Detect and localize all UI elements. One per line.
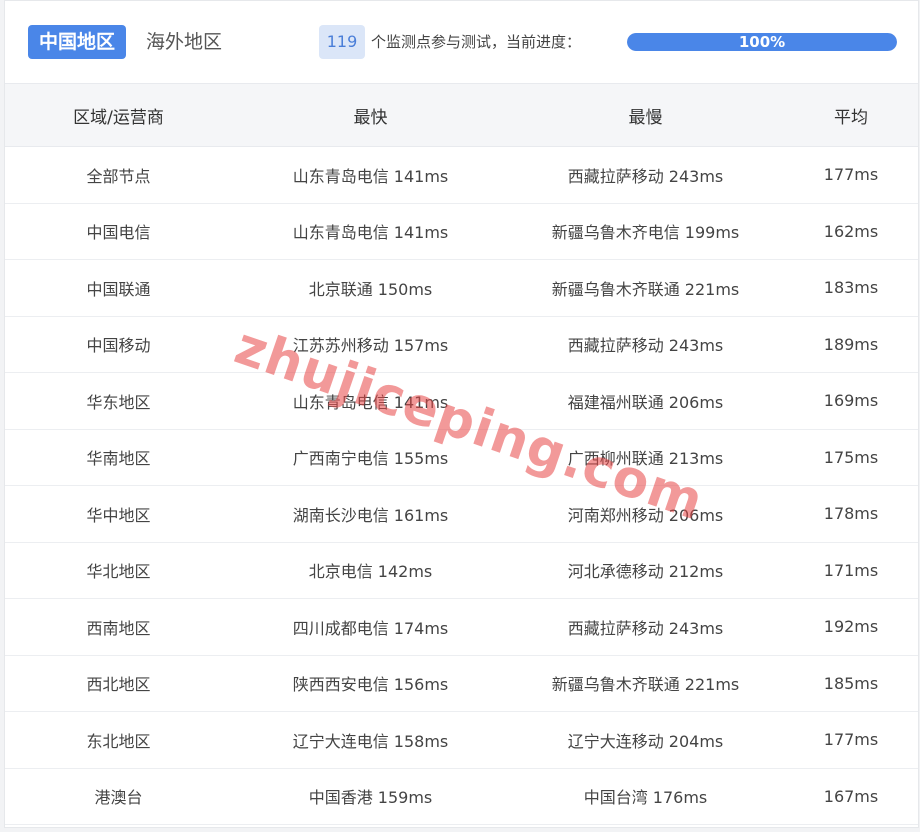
- header-slowest: 最慢: [509, 84, 782, 147]
- cell-region: 华南地区: [5, 429, 232, 486]
- cell-average: 162ms: [782, 203, 918, 260]
- table-row: 华中地区 湖南长沙电信 161ms 河南郑州移动 206ms 178ms: [5, 485, 918, 543]
- cell-slowest: 新疆乌鲁木齐联通 221ms: [509, 259, 782, 317]
- cell-average: 178ms: [782, 485, 918, 543]
- cell-region: 华东地区: [5, 372, 232, 430]
- cell-fastest: 山东青岛电信 141ms: [232, 146, 509, 204]
- cell-fastest: 山东青岛电信 141ms: [232, 203, 509, 260]
- top-bar: 中国地区 海外地区 119 个监测点参与测试，当前进度： 100%: [5, 1, 918, 84]
- cell-average: 171ms: [782, 542, 918, 599]
- table-row: 华南地区 广西南宁电信 155ms 广西柳州联通 213ms 175ms: [5, 429, 918, 486]
- cell-fastest: 湖南长沙电信 161ms: [232, 485, 509, 543]
- cell-average: 189ms: [782, 316, 918, 373]
- cell-slowest: 新疆乌鲁木齐电信 199ms: [509, 203, 782, 260]
- monitor-count-badge: 119: [319, 25, 365, 59]
- cell-average: 175ms: [782, 429, 918, 486]
- cell-average: 169ms: [782, 372, 918, 430]
- cell-slowest: 西藏拉萨移动 243ms: [509, 598, 782, 656]
- cell-average: 177ms: [782, 711, 918, 769]
- table-row: 中国联通 北京联通 150ms 新疆乌鲁木齐联通 221ms 183ms: [5, 259, 918, 317]
- cell-region: 西北地区: [5, 655, 232, 712]
- cell-average: 177ms: [782, 146, 918, 204]
- cell-fastest: 辽宁大连电信 158ms: [232, 711, 509, 769]
- table-row: 全部节点 山东青岛电信 141ms 西藏拉萨移动 243ms 177ms: [5, 146, 918, 204]
- cell-slowest: 西藏拉萨移动 243ms: [509, 146, 782, 204]
- cell-fastest: 陕西西安电信 156ms: [232, 655, 509, 712]
- table-row: 港澳台 中国香港 159ms 中国台湾 176ms 167ms: [5, 768, 918, 825]
- cell-slowest: 中国台湾 176ms: [509, 768, 782, 825]
- cell-region: 东北地区: [5, 711, 232, 769]
- monitor-count-text: 个监测点参与测试，当前进度：: [371, 33, 582, 51]
- table-row: 华东地区 山东青岛电信 141ms 福建福州联通 206ms 169ms: [5, 372, 918, 430]
- cell-fastest: 广西南宁电信 155ms: [232, 429, 509, 486]
- cell-region: 港澳台: [5, 768, 232, 825]
- cell-region: 华中地区: [5, 485, 232, 543]
- cell-region: 中国联通: [5, 259, 232, 317]
- header-fastest: 最快: [232, 84, 509, 147]
- cell-region: 中国电信: [5, 203, 232, 260]
- cell-slowest: 辽宁大连移动 204ms: [509, 711, 782, 769]
- cell-average: 183ms: [782, 259, 918, 317]
- results-panel: 中国地区 海外地区 119 个监测点参与测试，当前进度： 100% 区域/运营商…: [4, 0, 919, 828]
- cell-fastest: 中国香港 159ms: [232, 768, 509, 825]
- table-row: 东北地区 辽宁大连电信 158ms 辽宁大连移动 204ms 177ms: [5, 711, 918, 769]
- table-row: 华北地区 北京电信 142ms 河北承德移动 212ms 171ms: [5, 542, 918, 599]
- cell-average: 192ms: [782, 598, 918, 656]
- table-row: 西南地区 四川成都电信 174ms 西藏拉萨移动 243ms 192ms: [5, 598, 918, 656]
- cell-average: 185ms: [782, 655, 918, 712]
- cell-region: 华北地区: [5, 542, 232, 599]
- cell-slowest: 广西柳州联通 213ms: [509, 429, 782, 486]
- table-row: 西北地区 陕西西安电信 156ms 新疆乌鲁木齐联通 221ms 185ms: [5, 655, 918, 712]
- cell-fastest: 山东青岛电信 141ms: [232, 372, 509, 430]
- table-row: 中国电信 山东青岛电信 141ms 新疆乌鲁木齐电信 199ms 162ms: [5, 203, 918, 260]
- cell-average: 167ms: [782, 768, 918, 825]
- results-table: 区域/运营商 最快 最慢 平均 全部节点 山东青岛电信 141ms 西藏拉萨移动 2…: [5, 84, 918, 825]
- cell-fastest: 北京电信 142ms: [232, 542, 509, 599]
- cell-fastest: 江苏苏州移动 157ms: [232, 316, 509, 373]
- cell-slowest: 福建福州联通 206ms: [509, 372, 782, 430]
- cell-fastest: 北京联通 150ms: [232, 259, 509, 317]
- cell-slowest: 河北承德移动 212ms: [509, 542, 782, 599]
- cell-fastest: 四川成都电信 174ms: [232, 598, 509, 656]
- progress-label: 100%: [738, 33, 786, 51]
- cell-slowest: 河南郑州移动 206ms: [509, 485, 782, 543]
- tab-china[interactable]: 中国地区: [28, 25, 126, 59]
- cell-slowest: 西藏拉萨移动 243ms: [509, 316, 782, 373]
- progress-bar: 100%: [627, 33, 897, 51]
- cell-region: 全部节点: [5, 146, 232, 204]
- cell-region: 中国移动: [5, 316, 232, 373]
- cell-region: 西南地区: [5, 598, 232, 656]
- header-average: 平均: [782, 84, 918, 147]
- tab-overseas[interactable]: 海外地区: [146, 25, 222, 59]
- table-header-row: 区域/运营商 最快 最慢 平均: [5, 84, 918, 147]
- header-region: 区域/运营商: [5, 84, 232, 147]
- cell-slowest: 新疆乌鲁木齐联通 221ms: [509, 655, 782, 712]
- table-row: 中国移动 江苏苏州移动 157ms 西藏拉萨移动 243ms 189ms: [5, 316, 918, 373]
